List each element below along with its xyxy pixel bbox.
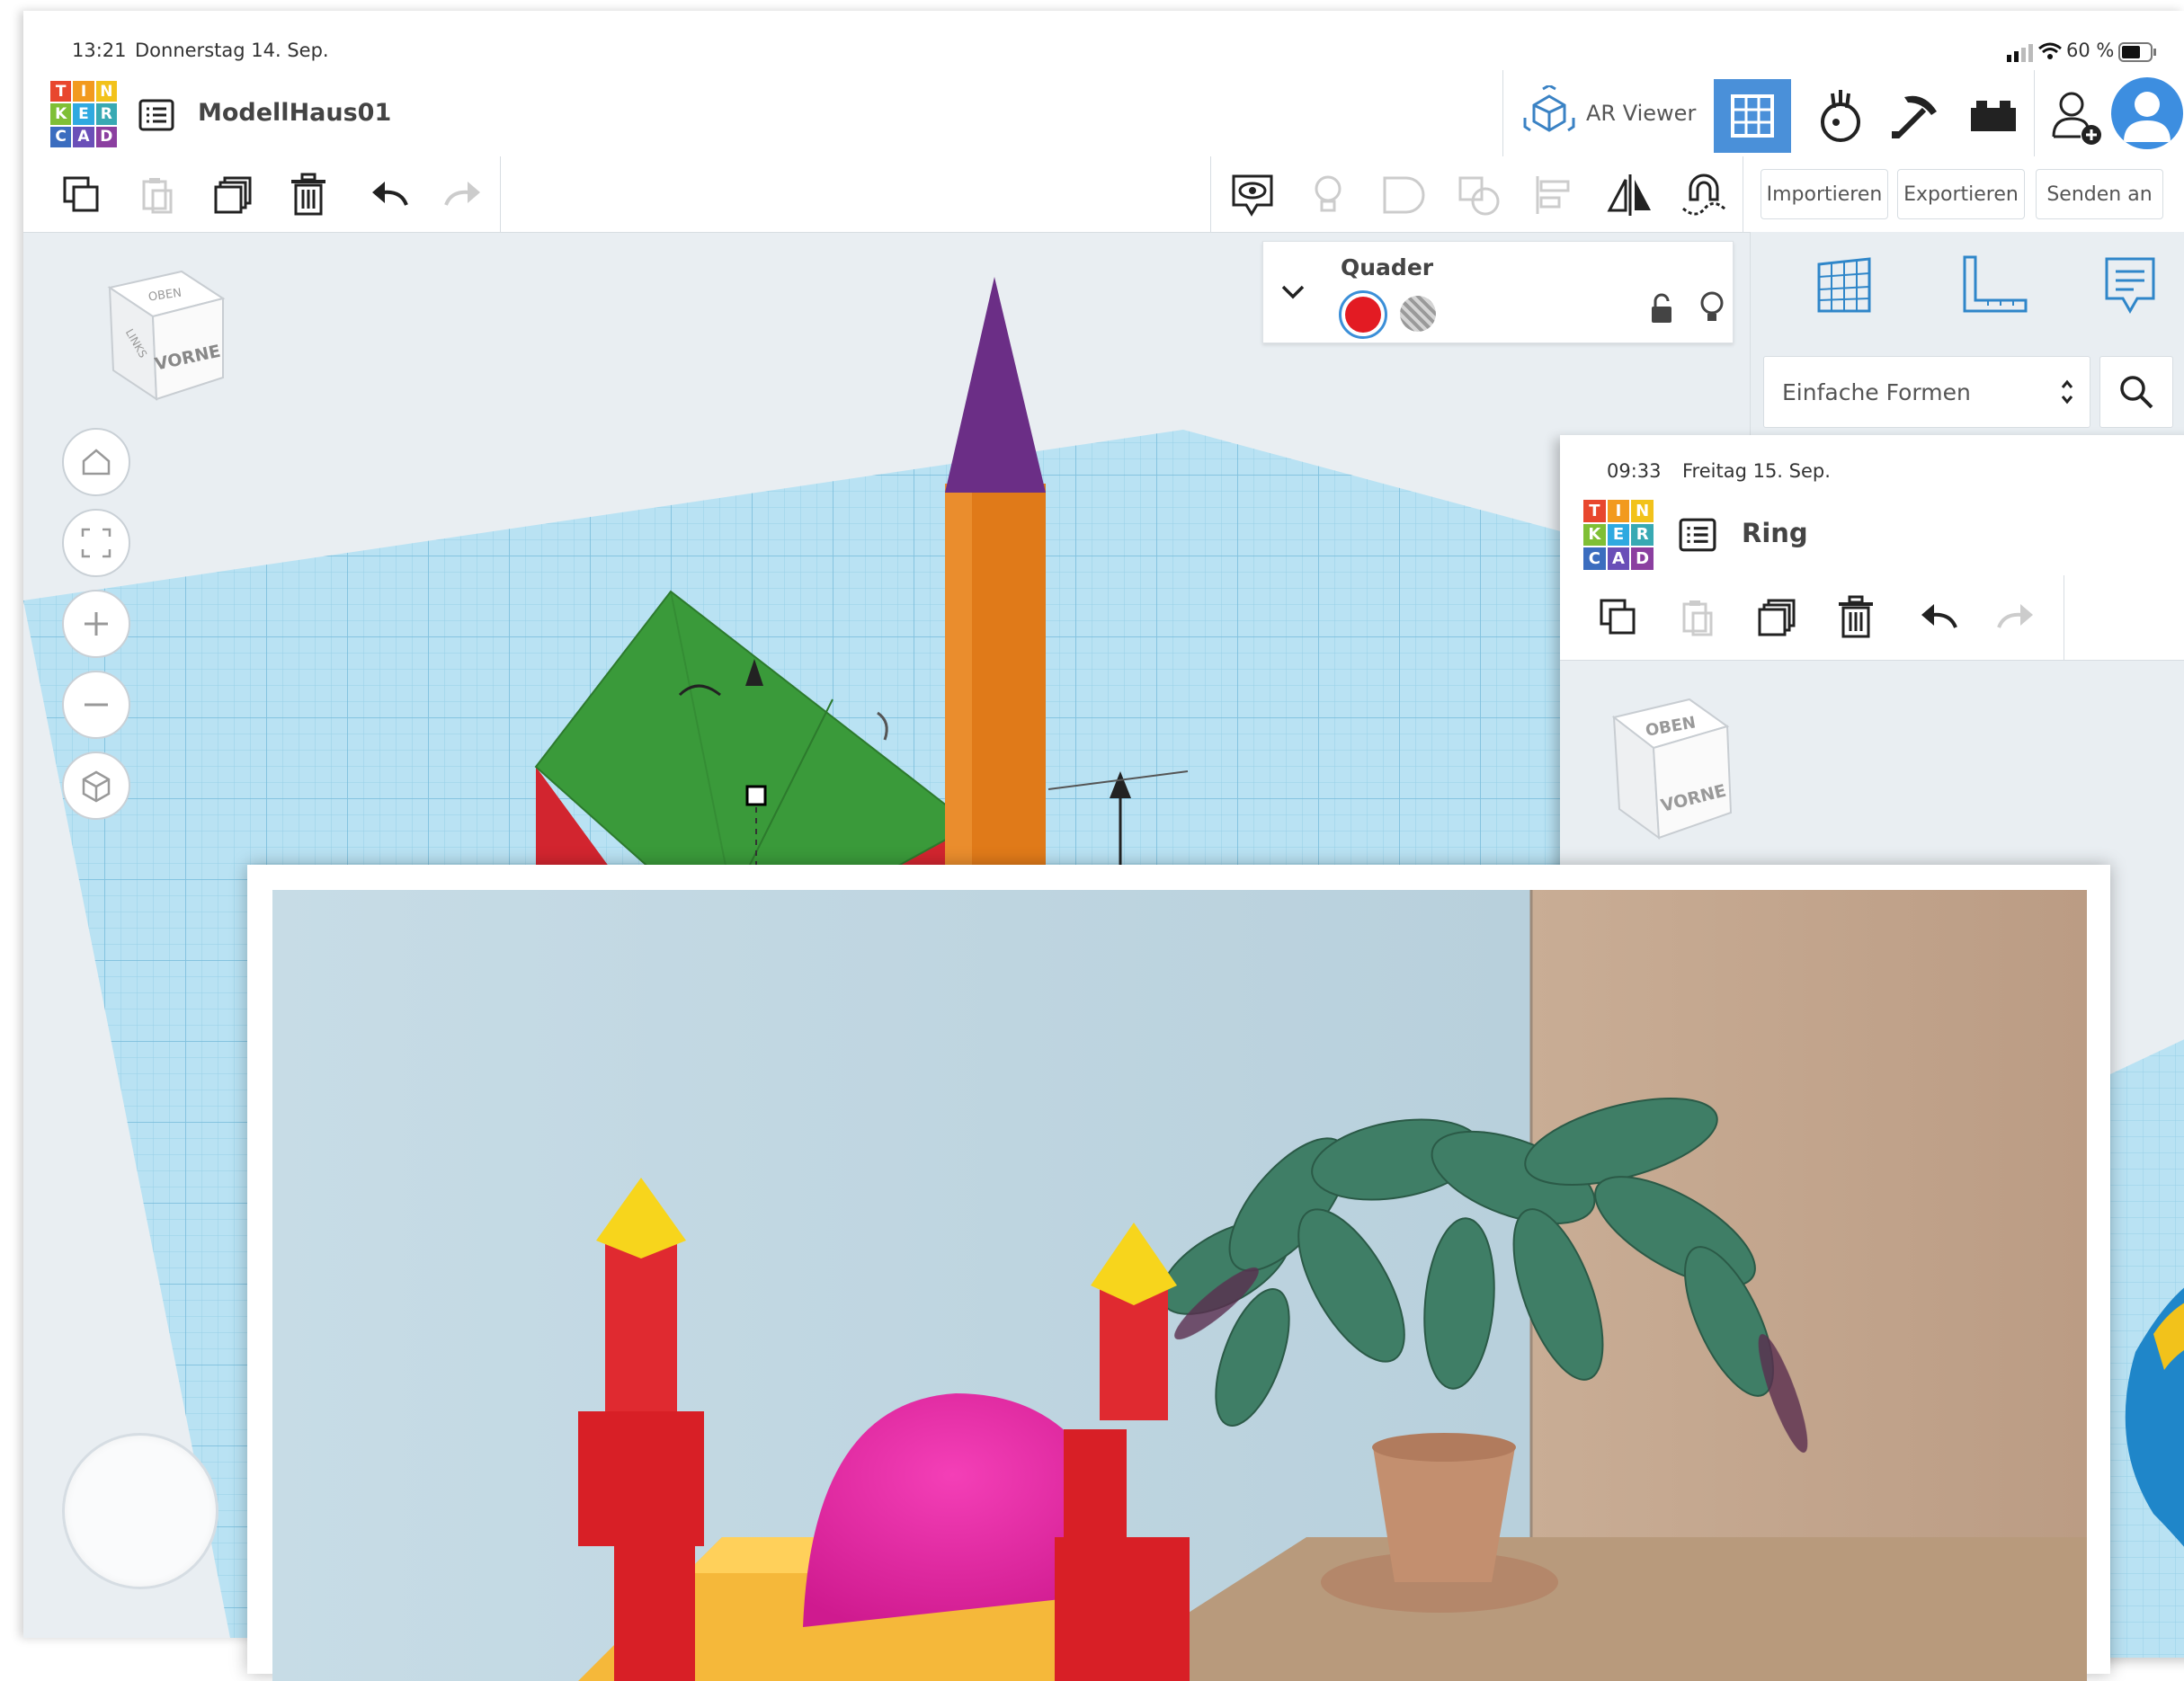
wifi-icon: [2038, 42, 2062, 59]
second-edit-toolbar: [1560, 575, 2184, 661]
minecraft-pickaxe-icon[interactable]: [1885, 84, 1948, 147]
plus-icon: [85, 612, 108, 636]
second-view-cube[interactable]: OBEN VORNE: [1596, 687, 1740, 849]
export-button[interactable]: Exportieren: [1897, 169, 2025, 219]
paste-icon[interactable]: [137, 174, 178, 216]
second-delete-trash-icon[interactable]: [1835, 595, 1876, 640]
group-icon[interactable]: [1379, 171, 1428, 219]
shape-library-panel: Einfache Formen: [1750, 232, 2184, 439]
light-bulb-icon[interactable]: [1304, 171, 1352, 219]
perspective-cube-icon: [82, 770, 111, 803]
tinkercad-logo[interactable]: T I N K E R C A D: [50, 81, 117, 147]
second-paste-icon[interactable]: [1677, 597, 1718, 638]
shape-category-select[interactable]: Einfache Formen: [1763, 356, 2090, 428]
purple-cone-shape[interactable]: [945, 277, 1046, 493]
status-date: Donnerstag 14. Sep.: [135, 40, 329, 61]
ar-viewer-label: AR Viewer: [1586, 101, 1697, 126]
duplicate-icon[interactable]: [212, 174, 254, 216]
view-cube[interactable]: OBEN VORNE LINKS: [83, 257, 236, 410]
second-duplicate-icon[interactable]: [1756, 597, 1797, 638]
app-header: T I N K E R C A D ModellHaus01 AR Viewer: [23, 70, 2184, 157]
redo-icon[interactable]: [442, 178, 484, 212]
second-design-list-icon[interactable]: [1679, 518, 1716, 552]
second-app-header: T I N K E R C A D Ring: [1560, 493, 2184, 576]
joystick-button[interactable]: [62, 1433, 218, 1589]
design-list-icon[interactable]: [138, 99, 174, 131]
battery-icon: [2118, 42, 2156, 62]
minus-icon: [85, 703, 108, 707]
battery-percent: 60 %: [2066, 40, 2115, 61]
home-icon: [82, 449, 111, 476]
ungroup-icon[interactable]: [1455, 171, 1503, 219]
second-status-date: Freitag 15. Sep.: [1682, 460, 1831, 482]
ar-left-tower-block: [578, 1411, 704, 1546]
send-to-button[interactable]: Senden an: [2036, 169, 2163, 219]
ar-right-tower-block: [1055, 1537, 1190, 1681]
ar-photo: [272, 890, 2087, 1681]
copy-icon[interactable]: [61, 174, 103, 216]
second-status-bar: 09:33 Freitag 15. Sep.: [1560, 435, 2184, 493]
edit-toolbar: Importieren Exportieren Senden an: [23, 156, 2184, 233]
second-copy-icon[interactable]: [1598, 597, 1639, 638]
select-arrows-icon: [2061, 379, 2073, 405]
hole-button[interactable]: [1400, 296, 1436, 332]
search-icon: [2120, 376, 2153, 409]
plant-pot: [1373, 1447, 1515, 1582]
second-redo-icon[interactable]: [1995, 600, 2037, 635]
invite-user-icon[interactable]: [2046, 84, 2106, 147]
align-icon[interactable]: [1530, 171, 1579, 219]
blocks-code-icon[interactable]: [1809, 84, 1872, 147]
cellular-icon: [2007, 44, 2033, 62]
search-shapes-button[interactable]: [2099, 356, 2173, 428]
user-avatar[interactable]: [2111, 77, 2183, 149]
cruise-magnet-icon[interactable]: [1678, 169, 1730, 221]
second-status-time: 09:33: [1607, 460, 1662, 482]
fit-view-button[interactable]: [62, 509, 130, 577]
status-bar: 13:21 Donnerstag 14. Sep. 60 %: [23, 11, 2184, 70]
notes-icon[interactable]: [2098, 253, 2162, 318]
home-view-button[interactable]: [62, 428, 130, 496]
ar-photo-frame: [247, 865, 2110, 1681]
second-tinkercad-logo[interactable]: T I N K E R C A D: [1583, 500, 1654, 570]
shape-properties-panel: Quader: [1262, 241, 1734, 343]
notes-eye-icon[interactable]: [1228, 171, 1277, 219]
zoom-in-button[interactable]: [62, 590, 130, 658]
fit-all-icon: [81, 528, 111, 558]
solid-color-button[interactable]: [1339, 290, 1387, 339]
import-button[interactable]: Importieren: [1761, 169, 1888, 219]
shape-title: Quader: [1341, 254, 1434, 280]
second-project-name[interactable]: Ring: [1742, 518, 1808, 548]
3d-design-view-button[interactable]: [1714, 79, 1791, 153]
lock-icon[interactable]: [1648, 292, 1675, 325]
shape-category-value: Einfache Formen: [1782, 378, 1971, 405]
workplane-grid-icon[interactable]: [1812, 253, 1876, 318]
grid-view-icon: [1731, 94, 1774, 138]
delete-trash-icon[interactable]: [288, 173, 329, 218]
ar-cube-icon: [1523, 85, 1575, 132]
avatar-person-icon: [2124, 92, 2171, 142]
collapse-chevron-icon[interactable]: [1279, 281, 1306, 303]
mirror-icon[interactable]: [1606, 171, 1654, 219]
second-undo-icon[interactable]: [1918, 600, 1959, 635]
visibility-bulb-icon[interactable]: [1698, 290, 1725, 326]
ar-viewer-button[interactable]: AR Viewer: [1523, 83, 1703, 144]
project-name[interactable]: ModellHaus01: [198, 99, 391, 127]
status-time: 13:21: [72, 40, 127, 61]
bricks-lego-icon[interactable]: [1962, 88, 2025, 142]
ar-scene-illustration: [272, 890, 2087, 1681]
resize-handle[interactable]: [745, 785, 767, 806]
ruler-icon[interactable]: [1957, 253, 2029, 318]
undo-icon[interactable]: [369, 178, 410, 212]
perspective-button[interactable]: [62, 752, 130, 820]
red-color-swatch: [1345, 297, 1381, 333]
zoom-out-button[interactable]: [62, 671, 130, 739]
